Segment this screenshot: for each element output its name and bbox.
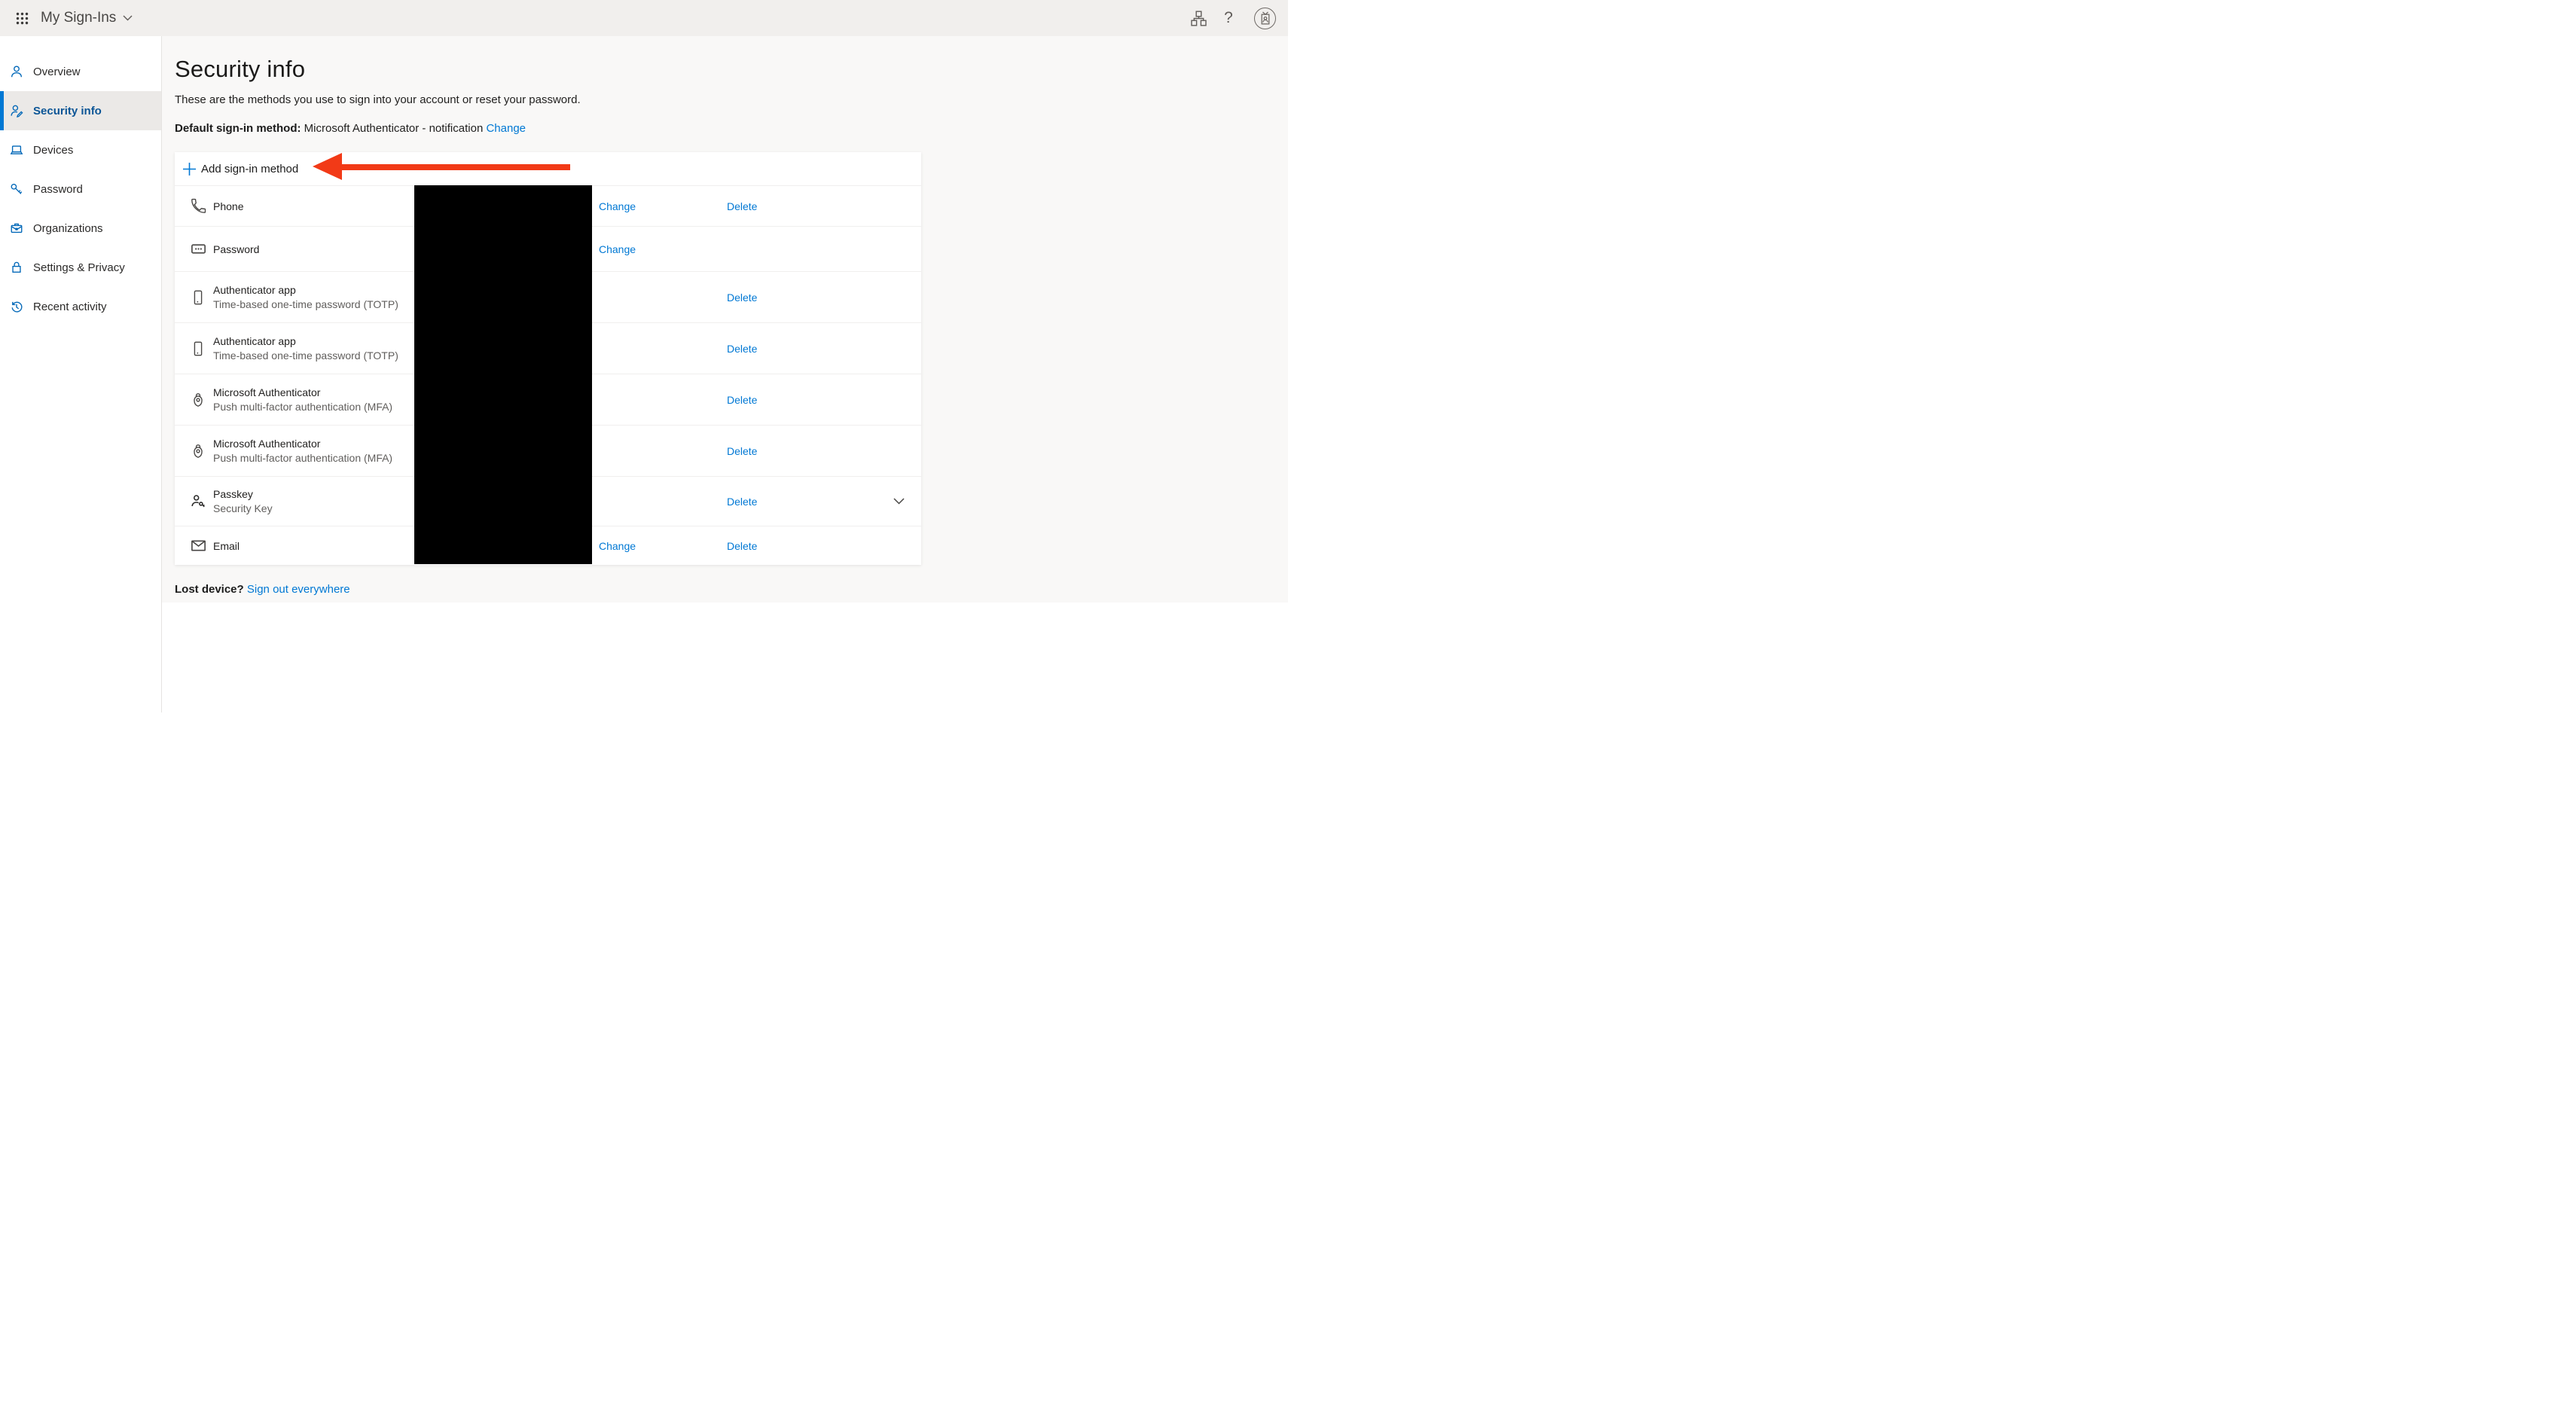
sidebar-item-label: Settings & Privacy <box>33 261 125 274</box>
briefcase-icon <box>7 221 26 235</box>
authenticator-lock-icon <box>190 392 212 408</box>
default-signin-line: Default sign-in method: Microsoft Authen… <box>175 122 1288 135</box>
expand-passkey-button[interactable] <box>855 498 921 505</box>
app-title: My Sign-Ins <box>41 10 116 26</box>
sidebar-item-settings-privacy[interactable]: Settings & Privacy <box>0 248 161 287</box>
delete-link[interactable]: Delete <box>727 394 757 406</box>
sidebar-item-organizations[interactable]: Organizations <box>0 209 161 248</box>
annotation-arrow-icon <box>313 153 342 180</box>
sidebar-item-label: Organizations <box>33 222 103 235</box>
smartphone-icon <box>190 340 212 357</box>
security-info-panel: Security info These are the methods you … <box>162 36 1288 603</box>
delete-link[interactable]: Delete <box>727 445 757 457</box>
chevron-down-icon <box>893 498 905 505</box>
signin-methods-card: Add sign-in method Phone Change Delete <box>175 152 921 565</box>
id-badge-avatar-icon <box>1259 11 1271 25</box>
smartphone-icon <box>190 289 212 306</box>
main-content: Security info These are the methods you … <box>162 36 1288 712</box>
help-icon: ? <box>1224 9 1233 27</box>
org-chart-icon <box>1191 11 1207 26</box>
sidebar-item-overview[interactable]: Overview <box>0 52 161 91</box>
sidebar-item-label: Overview <box>33 66 81 78</box>
key-icon <box>7 182 26 196</box>
delete-link[interactable]: Delete <box>727 540 757 552</box>
sidebar-item-label: Devices <box>33 144 73 157</box>
delete-link[interactable]: Delete <box>727 496 757 508</box>
delete-link[interactable]: Delete <box>727 200 757 212</box>
lost-device-label: Lost device? <box>175 583 244 596</box>
delete-link[interactable]: Delete <box>727 291 757 304</box>
chevron-down-icon <box>123 15 133 21</box>
sidebar-item-label: Security info <box>33 105 102 117</box>
person-icon <box>7 65 26 78</box>
add-signin-method-label: Add sign-in method <box>201 163 298 175</box>
sidebar-item-label: Recent activity <box>33 301 107 313</box>
waffle-icon <box>16 12 29 25</box>
sidebar-item-security-info[interactable]: Security info <box>0 91 161 130</box>
passkey-person-key-icon <box>190 493 212 510</box>
change-link[interactable]: Change <box>599 540 636 552</box>
sidebar-item-recent-activity[interactable]: Recent activity <box>0 287 161 326</box>
app-launcher-waffle-icon[interactable] <box>9 5 35 31</box>
default-signin-label: Default sign-in method: <box>175 122 301 135</box>
plus-icon <box>182 162 197 176</box>
help-button[interactable]: ? <box>1213 3 1244 33</box>
sidebar-item-label: Password <box>33 183 83 196</box>
org-chart-button[interactable] <box>1183 3 1213 33</box>
content-filler <box>162 603 1288 712</box>
person-edit-icon <box>7 104 26 117</box>
phone-icon <box>190 198 212 215</box>
sign-out-everywhere-link[interactable]: Sign out everywhere <box>247 583 350 596</box>
change-link[interactable]: Change <box>599 200 636 212</box>
delete-link[interactable]: Delete <box>727 343 757 355</box>
lock-icon <box>7 261 26 274</box>
history-icon <box>7 300 26 313</box>
annotation-arrow-shaft <box>342 164 570 170</box>
envelope-icon <box>190 537 212 554</box>
password-dots-icon <box>190 240 212 258</box>
page-title: Security info <box>175 56 1288 83</box>
sidebar-item-devices[interactable]: Devices <box>0 130 161 169</box>
change-link[interactable]: Change <box>599 243 636 255</box>
authenticator-lock-icon <box>190 443 212 459</box>
lost-device-line: Lost device? Sign out everywhere <box>175 583 1288 596</box>
page-description: These are the methods you use to sign in… <box>175 93 1288 106</box>
app-title-dropdown[interactable]: My Sign-Ins <box>41 10 133 26</box>
redaction-overlay <box>414 185 592 564</box>
default-signin-value: Microsoft Authenticator - notification <box>304 122 484 135</box>
laptop-icon <box>7 143 26 157</box>
sidebar: Overview Security info Devices Passw <box>0 36 162 712</box>
topbar: My Sign-Ins ? <box>0 0 1288 36</box>
account-avatar[interactable] <box>1254 8 1276 29</box>
default-signin-change-link[interactable]: Change <box>486 122 526 135</box>
sidebar-item-password[interactable]: Password <box>0 169 161 209</box>
